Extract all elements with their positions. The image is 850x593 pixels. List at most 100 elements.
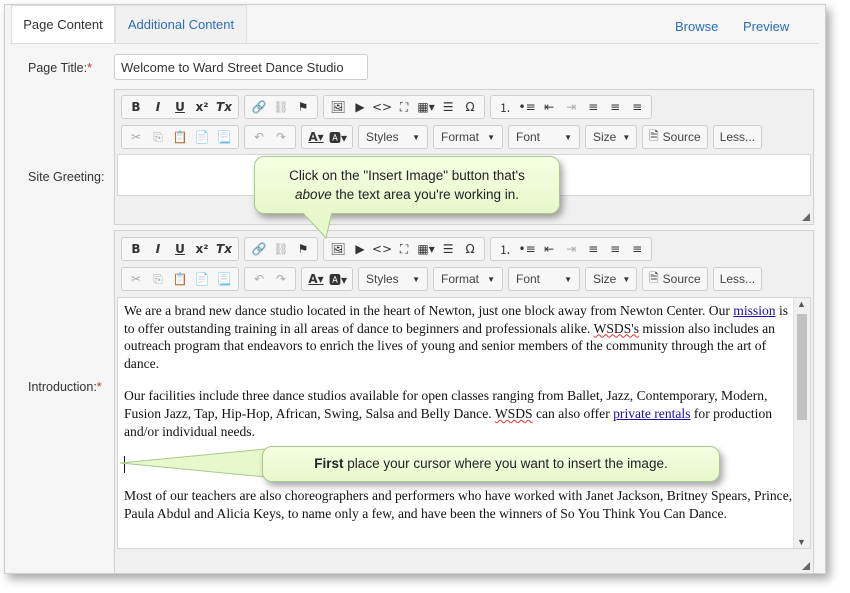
unlink-icon[interactable]: ⛓ [271, 97, 291, 117]
less-button[interactable]: Less... [712, 125, 763, 149]
insert-video-icon[interactable]: ▶ [350, 97, 370, 117]
cms-window: Page Content Additional Content Browse P… [4, 4, 826, 574]
required-marker: * [87, 61, 92, 75]
styles-dropdown[interactable]: Styles ▼ [358, 267, 428, 291]
callout-pointer [119, 448, 267, 478]
paste-text-icon[interactable]: 📄 [192, 269, 212, 289]
less-button[interactable]: Less... [712, 267, 763, 291]
preview-link[interactable]: Preview [743, 19, 789, 34]
background-color-icon[interactable]: 🅰▾ [328, 269, 348, 289]
editor-toolbar-row-1: B I U x² Tx 🔗 ⛓ ⚑ 🖼 ▶ <> ⛶ ▦▾ ☰ Ω ⒈ •≡ ⇤… [121, 95, 657, 119]
superscript-button[interactable]: x² [192, 97, 212, 117]
bulleted-list-icon[interactable]: •≡ [517, 239, 537, 259]
copy-icon[interactable]: ⎘ [148, 127, 168, 147]
align-right-icon[interactable]: ≡ [627, 97, 647, 117]
special-character-icon[interactable]: Ω [460, 239, 480, 259]
code-snippet-icon[interactable]: <> [372, 97, 392, 117]
table-icon[interactable]: ▦▾ [416, 97, 436, 117]
undo-icon[interactable]: ↶ [249, 127, 269, 147]
align-center-icon[interactable]: ≡ [605, 239, 625, 259]
list-group: ⒈ •≡ ⇤ ⇥ ≡ ≡ ≡ [490, 237, 653, 261]
link-icon[interactable]: 🔗 [249, 97, 269, 117]
superscript-button[interactable]: x² [192, 239, 212, 259]
increase-indent-icon[interactable]: ⇥ [561, 239, 581, 259]
background-color-icon[interactable]: 🅰▾ [328, 127, 348, 147]
styles-dropdown[interactable]: Styles ▼ [358, 125, 428, 149]
paste-icon[interactable]: 📋 [170, 127, 190, 147]
source-icon: 🗎 [649, 128, 659, 143]
vertical-scrollbar[interactable]: ▲ ▼ [793, 298, 810, 548]
font-dropdown[interactable]: Font ▼ [508, 125, 580, 149]
private-rentals-link[interactable]: private rentals [613, 406, 690, 421]
text-color-icon[interactable]: A▾ [306, 269, 326, 289]
anchor-flag-icon[interactable]: ⚑ [293, 239, 313, 259]
tab-additional-content[interactable]: Additional Content [115, 5, 247, 43]
source-icon: 🗎 [649, 270, 659, 285]
copy-icon[interactable]: ⎘ [148, 269, 168, 289]
decrease-indent-icon[interactable]: ⇤ [539, 97, 559, 117]
iframe-icon[interactable]: ⛶ [394, 97, 414, 117]
chevron-down-icon: ▼ [564, 274, 572, 284]
redo-icon[interactable]: ↷ [271, 127, 291, 147]
italic-button[interactable]: I [148, 97, 168, 117]
insert-image-icon[interactable]: 🖼 [328, 97, 348, 117]
paste-icon[interactable]: 📋 [170, 269, 190, 289]
resize-handle[interactable] [802, 213, 810, 221]
insert-video-icon[interactable]: ▶ [350, 239, 370, 259]
decrease-indent-icon[interactable]: ⇤ [539, 239, 559, 259]
increase-indent-icon[interactable]: ⇥ [561, 97, 581, 117]
introduction-label: Introduction:* [28, 380, 102, 394]
align-left-icon[interactable]: ≡ [583, 239, 603, 259]
size-dropdown[interactable]: Size ▼ [585, 267, 637, 291]
paste-text-icon[interactable]: 📄 [192, 127, 212, 147]
bold-button[interactable]: B [126, 97, 146, 117]
page-title-input[interactable] [114, 54, 368, 80]
paste-word-icon[interactable]: 📃 [214, 127, 234, 147]
format-dropdown[interactable]: Format ▼ [433, 267, 503, 291]
clipboard-group: ✂ ⎘ 📋 📄 📃 [121, 267, 239, 291]
scroll-up-icon[interactable]: ▲ [797, 299, 806, 309]
format-dropdown[interactable]: Format ▼ [433, 125, 503, 149]
anchor-flag-icon[interactable]: ⚑ [293, 97, 313, 117]
underline-button[interactable]: U [170, 239, 190, 259]
scroll-thumb[interactable] [797, 314, 807, 420]
table-icon[interactable]: ▦▾ [416, 239, 436, 259]
iframe-icon[interactable]: ⛶ [394, 239, 414, 259]
underline-button[interactable]: U [170, 97, 190, 117]
remove-format-button[interactable]: Tx [214, 97, 234, 117]
clipboard-group: ✂ ⎘ 📋 📄 📃 [121, 125, 239, 149]
paste-word-icon[interactable]: 📃 [214, 269, 234, 289]
source-button[interactable]: 🗎 Source [642, 125, 708, 149]
redo-icon[interactable]: ↷ [271, 269, 291, 289]
numbered-list-icon[interactable]: ⒈ [495, 239, 515, 259]
align-center-icon[interactable]: ≡ [605, 97, 625, 117]
align-right-icon[interactable]: ≡ [627, 239, 647, 259]
introduction-text-area[interactable]: We are a brand new dance studio located … [117, 297, 811, 549]
mission-link[interactable]: mission [733, 303, 775, 318]
align-left-icon[interactable]: ≡ [583, 97, 603, 117]
font-dropdown[interactable]: Font ▼ [508, 267, 580, 291]
tab-page-content[interactable]: Page Content [11, 5, 115, 43]
code-snippet-icon[interactable]: <> [372, 239, 392, 259]
special-character-icon[interactable]: Ω [460, 97, 480, 117]
bulleted-list-icon[interactable]: •≡ [517, 97, 537, 117]
browse-link[interactable]: Browse [675, 19, 718, 34]
numbered-list-icon[interactable]: ⒈ [495, 97, 515, 117]
horizontal-rule-icon[interactable]: ☰ [438, 239, 458, 259]
italic-button[interactable]: I [148, 239, 168, 259]
insert-image-icon[interactable]: 🖼 [328, 239, 348, 259]
cut-icon[interactable]: ✂ [126, 127, 146, 147]
bold-button[interactable]: B [126, 239, 146, 259]
link-icon[interactable]: 🔗 [249, 239, 269, 259]
source-button[interactable]: 🗎 Source [642, 267, 708, 291]
horizontal-rule-icon[interactable]: ☰ [438, 97, 458, 117]
text-color-icon[interactable]: A▾ [306, 127, 326, 147]
unlink-icon[interactable]: ⛓ [271, 239, 291, 259]
scroll-down-icon[interactable]: ▼ [797, 537, 806, 547]
cut-icon[interactable]: ✂ [126, 269, 146, 289]
undo-icon[interactable]: ↶ [249, 269, 269, 289]
remove-format-button[interactable]: Tx [214, 239, 234, 259]
color-group: A▾ 🅰▾ [301, 125, 353, 149]
resize-handle[interactable] [802, 562, 810, 570]
size-dropdown[interactable]: Size ▼ [585, 125, 637, 149]
